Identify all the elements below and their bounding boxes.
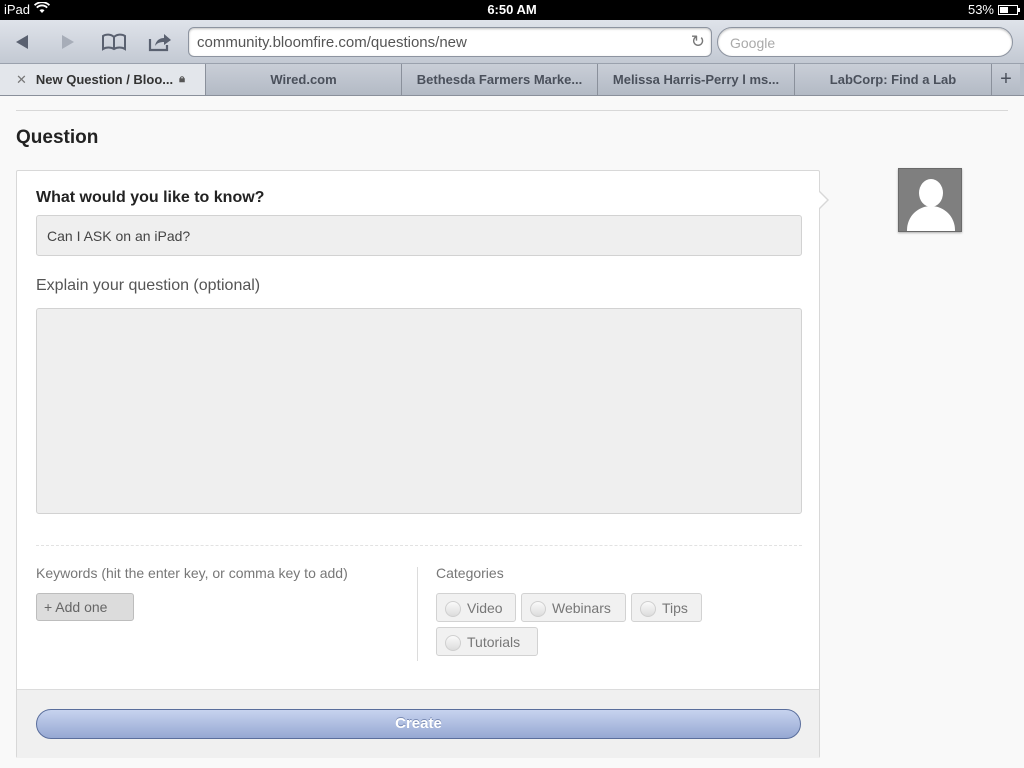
tab-wired[interactable]: Wired.com [206, 64, 402, 95]
tab-label: New Question / Bloo... [35, 72, 174, 87]
add-keyword-button[interactable]: + Add one [36, 593, 134, 621]
form-footer: Create [17, 689, 819, 758]
tab-label: Melissa Harris-Perry l ms... [612, 72, 780, 87]
category-label: Webinars [552, 599, 611, 616]
share-icon[interactable] [146, 28, 174, 56]
question-form: What would you like to know? Can I ASK o… [16, 170, 820, 758]
avatar-head [919, 179, 943, 207]
avatar-body [907, 206, 955, 231]
explain-label: Explain your question (optional) [36, 277, 261, 294]
back-arrow-icon[interactable] [8, 28, 36, 56]
category-tutorials[interactable]: Tutorials [436, 627, 538, 656]
column-divider [417, 567, 418, 661]
status-right: 53% [967, 2, 1020, 17]
category-label: Tutorials [467, 633, 521, 650]
question-label: What would you like to know? [36, 189, 265, 206]
battery-percent: 53% [967, 2, 994, 17]
categories-label: Categories [436, 565, 504, 581]
reload-icon[interactable]: ↻ [691, 32, 705, 52]
tab-bethesda[interactable]: Bethesda Farmers Marke... [402, 64, 598, 95]
question-input[interactable]: Can I ASK on an iPad? [36, 215, 802, 256]
category-video[interactable]: Video [436, 593, 516, 622]
tab-melissa[interactable]: Melissa Harris-Perry l ms... [598, 64, 795, 95]
browser-toolbar: community.bloomfire.com/questions/new ↻ … [0, 20, 1024, 64]
category-label: Tips [662, 599, 688, 616]
create-button[interactable]: Create [36, 709, 801, 739]
avatar[interactable] [898, 168, 962, 232]
close-icon[interactable]: ✕ [16, 72, 27, 88]
search-input[interactable]: Google [717, 27, 1013, 57]
tab-label: Wired.com [270, 72, 337, 87]
category-tips[interactable]: Tips [631, 593, 702, 622]
radio-icon [445, 601, 461, 617]
category-webinars[interactable]: Webinars [521, 593, 626, 622]
status-bar: iPad 6:50 AM 53% [0, 0, 1024, 20]
page-content: Question What would you like to know? Ca… [0, 96, 1024, 768]
lock-icon: 🔒︎ [179, 73, 185, 85]
tab-labcorp[interactable]: LabCorp: Find a Lab [795, 64, 992, 95]
explain-textarea[interactable] [36, 308, 802, 514]
battery-icon [998, 4, 1020, 15]
section-divider [36, 545, 802, 546]
tab-bar: ✕ New Question / Bloo... 🔒︎ Wired.com Be… [0, 64, 1024, 96]
keywords-label: Keywords (hit the enter key, or comma ke… [36, 565, 348, 581]
bookmarks-book-icon[interactable] [100, 28, 128, 56]
divider [16, 110, 1008, 111]
add-tab-icon[interactable]: + [992, 64, 1020, 95]
url-text: community.bloomfire.com/questions/new [197, 34, 467, 51]
clock: 6:50 AM [487, 2, 537, 17]
category-label: Video [467, 599, 503, 616]
tab-label: LabCorp: Find a Lab [829, 72, 957, 87]
radio-icon [445, 635, 461, 651]
search-placeholder: Google [730, 35, 776, 51]
page-title: Question [16, 127, 99, 148]
radio-icon [640, 601, 656, 617]
tab-label: Bethesda Farmers Marke... [416, 72, 583, 87]
radio-icon [530, 601, 546, 617]
card-pointer [818, 190, 829, 210]
battery-fill [1000, 6, 1008, 13]
url-bar[interactable]: community.bloomfire.com/questions/new ↻ [188, 27, 712, 57]
tab-new-question[interactable]: ✕ New Question / Bloo... 🔒︎ [0, 64, 206, 95]
forward-arrow-icon[interactable] [54, 28, 82, 56]
